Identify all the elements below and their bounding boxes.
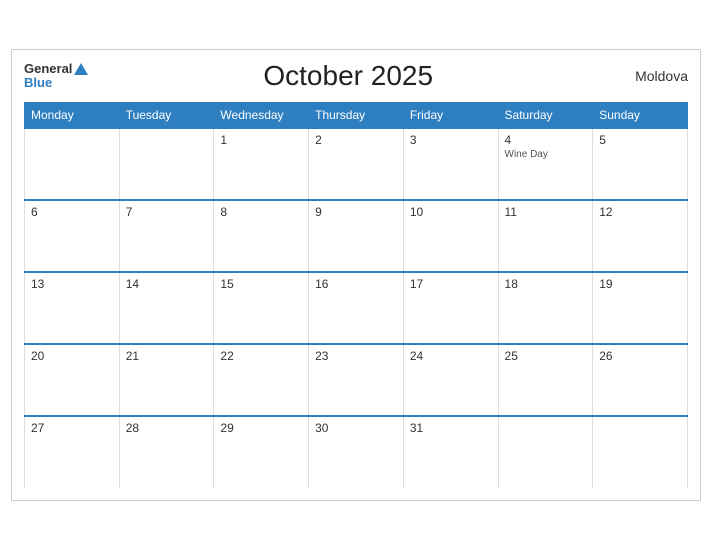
calendar-cell: 30 <box>309 416 404 488</box>
calendar-cell: 18 <box>498 272 593 344</box>
day-event: Wine Day <box>505 149 587 160</box>
logo-blue-text: Blue <box>24 76 88 90</box>
calendar-cell: 7 <box>119 200 214 272</box>
day-number: 9 <box>315 205 397 219</box>
calendar-cell: 21 <box>119 344 214 416</box>
calendar-cell: 26 <box>593 344 688 416</box>
calendar-cell <box>119 128 214 200</box>
calendar-cell: 10 <box>403 200 498 272</box>
day-number: 29 <box>220 421 302 435</box>
day-number: 27 <box>31 421 113 435</box>
day-number: 11 <box>505 205 587 219</box>
day-number: 7 <box>126 205 208 219</box>
calendar-tbody: 1234Wine Day5678910111213141516171819202… <box>25 128 688 488</box>
day-header-wednesday: Wednesday <box>214 103 309 129</box>
day-number: 3 <box>410 133 492 147</box>
calendar-cell <box>25 128 120 200</box>
calendar-cell: 13 <box>25 272 120 344</box>
calendar-cell: 31 <box>403 416 498 488</box>
day-header-tuesday: Tuesday <box>119 103 214 129</box>
days-header-row: MondayTuesdayWednesdayThursdayFridaySatu… <box>25 103 688 129</box>
day-header-monday: Monday <box>25 103 120 129</box>
calendar-cell: 12 <box>593 200 688 272</box>
calendar-cell: 28 <box>119 416 214 488</box>
day-number: 5 <box>599 133 681 147</box>
calendar-cell: 1 <box>214 128 309 200</box>
logo: General Blue <box>24 62 88 91</box>
day-number: 31 <box>410 421 492 435</box>
logo-triangle-icon <box>74 63 88 75</box>
calendar-cell: 15 <box>214 272 309 344</box>
day-number: 18 <box>505 277 587 291</box>
calendar-header: General Blue October 2025 Moldova <box>24 60 688 92</box>
calendar-cell: 24 <box>403 344 498 416</box>
day-header-saturday: Saturday <box>498 103 593 129</box>
logo-general-text: General <box>24 62 72 76</box>
calendar-container: General Blue October 2025 Moldova Monday… <box>11 49 701 501</box>
day-number: 30 <box>315 421 397 435</box>
calendar-cell: 20 <box>25 344 120 416</box>
calendar-country: Moldova <box>608 68 688 84</box>
day-number: 21 <box>126 349 208 363</box>
day-number: 14 <box>126 277 208 291</box>
day-number: 4 <box>505 133 587 147</box>
calendar-cell: 6 <box>25 200 120 272</box>
day-number: 13 <box>31 277 113 291</box>
calendar-cell: 8 <box>214 200 309 272</box>
day-number: 2 <box>315 133 397 147</box>
calendar-cell: 2 <box>309 128 404 200</box>
calendar-week-row: 6789 10 11 12 <box>25 200 688 272</box>
day-number: 20 <box>31 349 113 363</box>
day-number: 26 <box>599 349 681 363</box>
calendar-cell: 25 <box>498 344 593 416</box>
day-number: 12 <box>599 205 681 219</box>
day-number: 1 <box>220 133 302 147</box>
calendar-week-row: 1234 Wine Day 5 <box>25 128 688 200</box>
calendar-grid: MondayTuesdayWednesdayThursdayFridaySatu… <box>24 102 688 488</box>
calendar-week-row: 27 28 29 30 31 <box>25 416 688 488</box>
day-number: 8 <box>220 205 302 219</box>
day-number: 10 <box>410 205 492 219</box>
day-header-friday: Friday <box>403 103 498 129</box>
calendar-cell <box>498 416 593 488</box>
day-number: 25 <box>505 349 587 363</box>
calendar-cell: 3 <box>403 128 498 200</box>
day-number: 23 <box>315 349 397 363</box>
calendar-cell: 5 <box>593 128 688 200</box>
calendar-cell: 23 <box>309 344 404 416</box>
calendar-cell: 27 <box>25 416 120 488</box>
calendar-cell: 19 <box>593 272 688 344</box>
logo-general: General <box>24 62 88 76</box>
calendar-cell: 11 <box>498 200 593 272</box>
calendar-thead: MondayTuesdayWednesdayThursdayFridaySatu… <box>25 103 688 129</box>
day-number: 24 <box>410 349 492 363</box>
day-number: 15 <box>220 277 302 291</box>
calendar-cell: 16 <box>309 272 404 344</box>
calendar-cell <box>593 416 688 488</box>
calendar-cell: 4 Wine Day <box>498 128 593 200</box>
calendar-week-row: 20 21 22 23 24 25 26 <box>25 344 688 416</box>
calendar-cell: 22 <box>214 344 309 416</box>
day-number: 19 <box>599 277 681 291</box>
calendar-cell: 17 <box>403 272 498 344</box>
calendar-cell: 29 <box>214 416 309 488</box>
calendar-cell: 9 <box>309 200 404 272</box>
day-number: 6 <box>31 205 113 219</box>
day-number: 17 <box>410 277 492 291</box>
day-header-thursday: Thursday <box>309 103 404 129</box>
day-number: 16 <box>315 277 397 291</box>
calendar-cell: 14 <box>119 272 214 344</box>
calendar-week-row: 13 14 15 16 17 18 19 <box>25 272 688 344</box>
day-number: 22 <box>220 349 302 363</box>
day-header-sunday: Sunday <box>593 103 688 129</box>
day-number: 28 <box>126 421 208 435</box>
calendar-title: October 2025 <box>88 60 608 92</box>
